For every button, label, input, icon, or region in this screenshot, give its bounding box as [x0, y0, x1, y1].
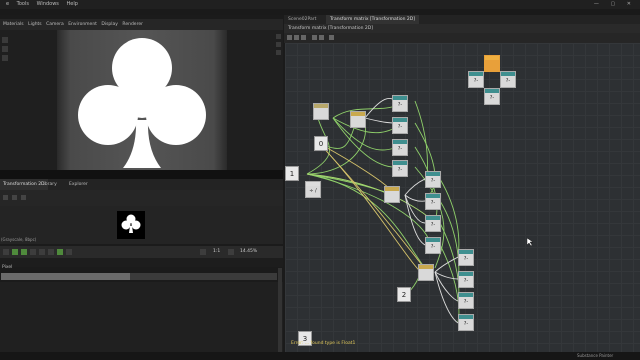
preview-format-label: (Grayscale, 8bpc): [1, 237, 37, 242]
graph-tabs: Scene02Part Transform matrix [Transforma…: [284, 15, 640, 24]
pen-icon[interactable]: [39, 249, 45, 255]
zoom-ratio[interactable]: 1:1: [213, 246, 220, 258]
menu-tools[interactable]: Tools: [17, 1, 29, 7]
menu-edit[interactable]: e: [6, 1, 9, 7]
window-controls[interactable]: — ▢ ✕: [594, 0, 636, 9]
divide-node[interactable]: ÷ /: [305, 181, 321, 198]
channel-icon[interactable]: [30, 249, 36, 255]
channel-icon[interactable]: [21, 249, 27, 255]
op-node[interactable]: ?-: [425, 171, 441, 188]
preview-thumbnail: [117, 211, 145, 239]
panel-splitter[interactable]: [0, 170, 283, 179]
tool-move-icon[interactable]: [2, 46, 8, 52]
zoom-percent[interactable]: 14.45%: [240, 246, 257, 258]
op-node[interactable]: ?-: [468, 71, 484, 88]
viewport-menu-materials[interactable]: Materials: [3, 22, 24, 27]
club-shape-icon: [78, 38, 206, 168]
view-mode-icon[interactable]: [3, 249, 9, 255]
op-node[interactable]: ?-: [458, 314, 474, 331]
properties-header: [0, 258, 283, 267]
mouse-cursor-icon: [527, 238, 533, 246]
footer-text: Substance Painter ©SecOS.stan: [577, 353, 614, 358]
properties-body: [0, 282, 283, 352]
light-icon[interactable]: [276, 50, 281, 55]
menu-bar: e Tools Windows Help — ▢ ✕: [0, 0, 640, 9]
view-icon[interactable]: [276, 34, 281, 39]
op-node[interactable]: ?-: [458, 292, 474, 309]
viewport-menu-environment[interactable]: Environment: [68, 22, 97, 27]
op-node[interactable]: ?-: [425, 215, 441, 232]
viewport-toolbar: [2, 37, 10, 77]
properties-title: Pixel: [2, 265, 13, 270]
tool-select-icon[interactable]: [2, 37, 8, 43]
op-node[interactable]: ?-: [425, 237, 441, 254]
op-node[interactable]: ?-: [392, 139, 408, 156]
graph-toolbar: [284, 33, 640, 43]
value-node-0[interactable]: 0: [314, 136, 328, 151]
graph-tool-icon[interactable]: [301, 35, 306, 40]
value-node-2[interactable]: 2: [397, 287, 411, 302]
properties-scrollbar[interactable]: [278, 268, 282, 352]
camera-icon[interactable]: [276, 42, 281, 47]
op-node[interactable]: ?-: [425, 193, 441, 210]
status-bar: [0, 352, 640, 360]
viewport-menu-display[interactable]: Display: [101, 22, 118, 27]
viewport-side-toolbar: [276, 34, 282, 94]
vector-node[interactable]: [350, 111, 366, 128]
left-panel-tabs: Transformation 2D Library Explorer: [0, 179, 283, 190]
panel-tool-icon[interactable]: [3, 195, 8, 200]
graph-status-message: Error: ... found type is Float1: [291, 341, 356, 346]
output-node-selected[interactable]: [484, 55, 500, 72]
op-node[interactable]: ?-: [458, 271, 474, 288]
op-node[interactable]: ?-: [458, 249, 474, 266]
value-node-1[interactable]: 1: [285, 166, 299, 181]
graph-tool-icon[interactable]: [319, 35, 324, 40]
op-node[interactable]: ?-: [392, 117, 408, 134]
viewport-menu-camera[interactable]: Camera: [46, 22, 64, 27]
panel-tool-icon[interactable]: [12, 195, 17, 200]
op-node[interactable]: ?-: [500, 71, 516, 88]
viewport-menu: Materials Lights Camera Environment Disp…: [0, 19, 283, 30]
panel-tool-icon[interactable]: [21, 195, 26, 200]
zoom-icon[interactable]: [228, 249, 234, 255]
graph-tool-icon[interactable]: [294, 35, 299, 40]
input-node[interactable]: [313, 103, 329, 120]
property-slider-fill: [1, 273, 130, 280]
toggle-icon[interactable]: [57, 249, 63, 255]
tool-rotate-icon[interactable]: [2, 55, 8, 61]
tab-transform-matrix[interactable]: Transform matrix [Transformation 2D]: [326, 15, 419, 24]
channel-icon[interactable]: [12, 249, 18, 255]
op-node[interactable]: ?-: [392, 95, 408, 112]
fit-icon[interactable]: [200, 249, 206, 255]
viewport-menu-lights[interactable]: Lights: [28, 22, 42, 27]
op-node[interactable]: ?-: [484, 88, 500, 105]
menu-windows[interactable]: Windows: [37, 1, 59, 7]
viewport-menu-renderer[interactable]: Renderer: [122, 22, 143, 27]
tab-scene-part[interactable]: Scene02Part: [284, 15, 320, 24]
graph-tool-icon[interactable]: [287, 35, 292, 40]
graph-tool-icon[interactable]: [312, 35, 317, 40]
tab-library[interactable]: Library: [38, 179, 60, 190]
settings-icon[interactable]: [66, 249, 72, 255]
vector-node[interactable]: [384, 186, 400, 203]
menu-help[interactable]: Help: [67, 1, 78, 7]
vector-node[interactable]: [418, 264, 434, 281]
graph-tool-icon[interactable]: [329, 35, 334, 40]
graph-title: Transform matrix [Transformation 2D]: [284, 24, 640, 33]
grid-icon[interactable]: [48, 249, 54, 255]
tab-explorer[interactable]: Explorer: [66, 179, 91, 190]
op-node[interactable]: ?-: [392, 160, 408, 177]
panel-subtoolbar: [0, 190, 283, 206]
